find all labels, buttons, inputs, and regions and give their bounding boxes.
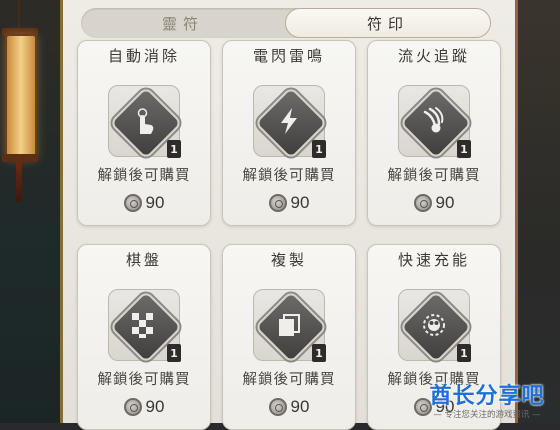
price-tag: 90	[78, 193, 210, 213]
shop-panel: 靈符 符印 自動消除 1 解鎖後可購買 90 電閃雷鳴 1 解鎖後可購買 90 …	[60, 0, 518, 430]
price-tag: 90	[78, 397, 210, 417]
unlock-status: 解鎖後可購買	[242, 168, 336, 184]
level-badge: 1	[312, 140, 326, 158]
coin-icon	[413, 194, 432, 212]
item-icon-frame: 1	[108, 289, 183, 364]
item-grid: 自動消除 1 解鎖後可購買 90 電閃雷鳴 1 解鎖後可購買 90 流火追蹤 1…	[77, 40, 501, 430]
price-value: 90	[435, 193, 455, 212]
price-value: 90	[290, 193, 310, 212]
item-card[interactable]: 複製 1 解鎖後可購買 90	[222, 244, 356, 430]
item-name: 複製	[270, 251, 307, 269]
item-icon-frame: 1	[398, 85, 473, 160]
coin-icon	[268, 194, 287, 212]
tab-seal[interactable]: 符印	[285, 8, 491, 38]
watermark: 酋长分享吧 — 专注您关注的游戏资讯 —	[414, 378, 560, 423]
level-badge: 1	[167, 344, 181, 362]
item-icon-frame: 1	[108, 85, 183, 160]
unlock-status: 解鎖後可購買	[242, 372, 336, 388]
level-badge: 1	[457, 140, 471, 158]
coin-icon	[123, 398, 142, 416]
item-name: 快速充能	[397, 251, 470, 269]
coin-icon	[268, 398, 287, 416]
price-value: 90	[145, 397, 165, 416]
item-card[interactable]: 棋盤 1 解鎖後可購買 90	[77, 244, 211, 430]
price-tag: 90	[223, 397, 355, 417]
price-value: 90	[145, 193, 165, 212]
unlock-status: 解鎖後可購買	[387, 168, 481, 184]
watermark-subtitle: — 专注您关注的游戏资讯 —	[433, 410, 541, 420]
tab-bar: 靈符 符印	[81, 8, 491, 38]
item-name: 自動消除	[107, 47, 180, 65]
item-card[interactable]: 電閃雷鳴 1 解鎖後可購買 90	[222, 40, 356, 226]
level-badge: 1	[167, 140, 181, 158]
price-tag: 90	[223, 193, 355, 213]
item-card[interactable]: 自動消除 1 解鎖後可購買 90	[77, 40, 211, 226]
price-value: 90	[290, 397, 310, 416]
item-icon-frame: 1	[253, 289, 328, 364]
watermark-title: 酋长分享吧	[429, 384, 545, 409]
price-tag: 90	[368, 193, 500, 213]
unlock-status: 解鎖後可購買	[97, 168, 191, 184]
item-name: 電閃雷鳴	[252, 47, 325, 65]
level-badge: 1	[312, 344, 326, 362]
item-name: 棋盤	[125, 251, 162, 269]
level-badge: 1	[457, 344, 471, 362]
tab-talisman[interactable]: 靈符	[81, 8, 285, 38]
item-icon-frame: 1	[398, 289, 473, 364]
unlock-status: 解鎖後可購買	[97, 372, 191, 388]
item-card[interactable]: 流火追蹤 1 解鎖後可購買 90	[367, 40, 501, 226]
item-icon-frame: 1	[253, 85, 328, 160]
coin-icon	[123, 194, 142, 212]
item-name: 流火追蹤	[397, 47, 470, 65]
